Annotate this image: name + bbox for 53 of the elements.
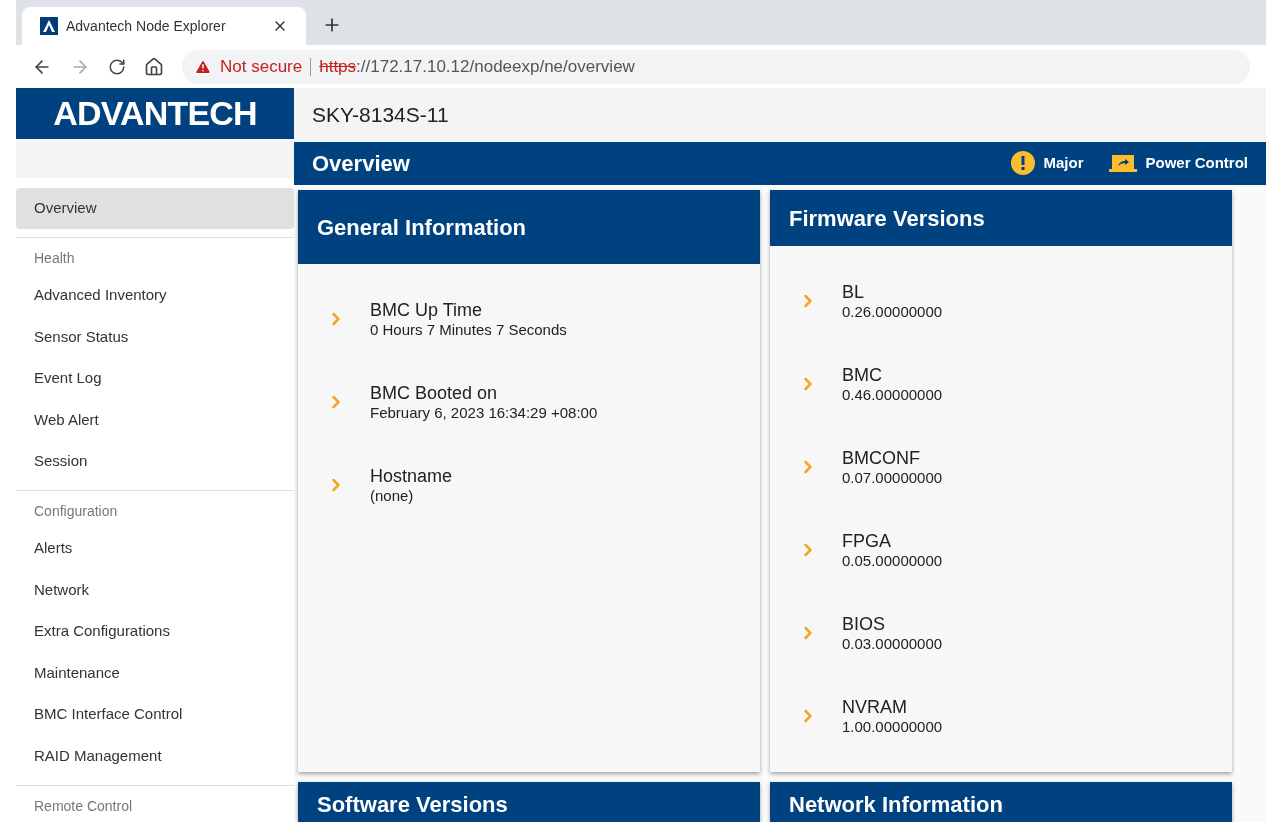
card-title: General Information [317,213,527,242]
nav-item[interactable]: Maintenance [16,652,294,694]
info-value: 1.00.00000000 [842,717,943,736]
info-value: 0.03.00000000 [842,634,943,653]
nav-item[interactable]: Session [16,440,294,483]
info-label: BMC [842,363,883,386]
nav-item[interactable]: RAID Management [16,735,294,777]
app-logo-icon [40,17,58,35]
card-title: Network Information [789,792,1003,817]
tab-title: Advantech Node Explorer [66,16,227,36]
card-title: Software Versions [317,792,508,817]
info-value: 0 Hours 7 Minutes 7 Seconds [370,320,567,339]
alert-icon [1011,151,1036,176]
info-value: 0.26.00000000 [842,302,943,321]
section-heading: Remote Control [34,798,133,814]
laptop-icon [1109,153,1138,174]
address-bar[interactable]: Not secure https://172.17.10.12/nodeexp/ne/overview [182,49,1250,84]
section-heading: Configuration [34,503,118,520]
info-label: Hostname [370,464,453,487]
info-label: BMC Up Time [370,298,484,321]
page-title: Overview [312,149,411,178]
card-title: Firmware Versions [789,204,985,233]
nav-item[interactable]: Web Alert [16,399,294,441]
info-value: 0.07.00000000 [842,468,943,487]
nav-item[interactable]: Network [16,569,294,611]
nav-item[interactable]: Extra Configurations [16,610,294,653]
info-value: 0.05.00000000 [842,551,943,570]
power-control-button[interactable]: Power Control [1109,152,1248,175]
nav-item[interactable]: Event Log [16,357,294,400]
info-label: NVRAM [842,695,908,718]
alert-status-button[interactable]: Major [1011,151,1084,176]
info-label: BL [842,280,866,303]
nav-item[interactable]: Alerts [16,527,294,570]
info-value: 0.46.00000000 [842,385,943,404]
info-label: BMC Booted on [370,381,499,404]
nav-item[interactable]: Overview [16,187,294,230]
url-text: https://172.17.10.12/nodeexp/ne/overview [319,55,635,78]
info-label: BMCONF [842,446,921,469]
nav-item[interactable]: Advanced Inventory [16,274,294,317]
home-icon[interactable] [144,56,164,77]
section-heading: Health [34,250,75,267]
brand-logo: ADVANTECH [53,93,257,134]
nav-item[interactable]: BMC Interface Control [16,693,294,736]
reload-icon[interactable] [108,57,126,76]
nav-item[interactable]: Sensor Status [16,316,294,358]
info-value: February 6, 2023 16:34:29 +08:00 [370,403,598,422]
info-value: (none) [370,486,415,505]
device-name: SKY-8134S-11 [312,102,449,129]
info-label: FPGA [842,529,892,552]
info-label: BIOS [842,612,886,635]
security-label: Not secure [220,55,303,78]
warning-icon [194,57,212,76]
browser-tab[interactable]: Advantech Node Explorer [22,7,306,45]
